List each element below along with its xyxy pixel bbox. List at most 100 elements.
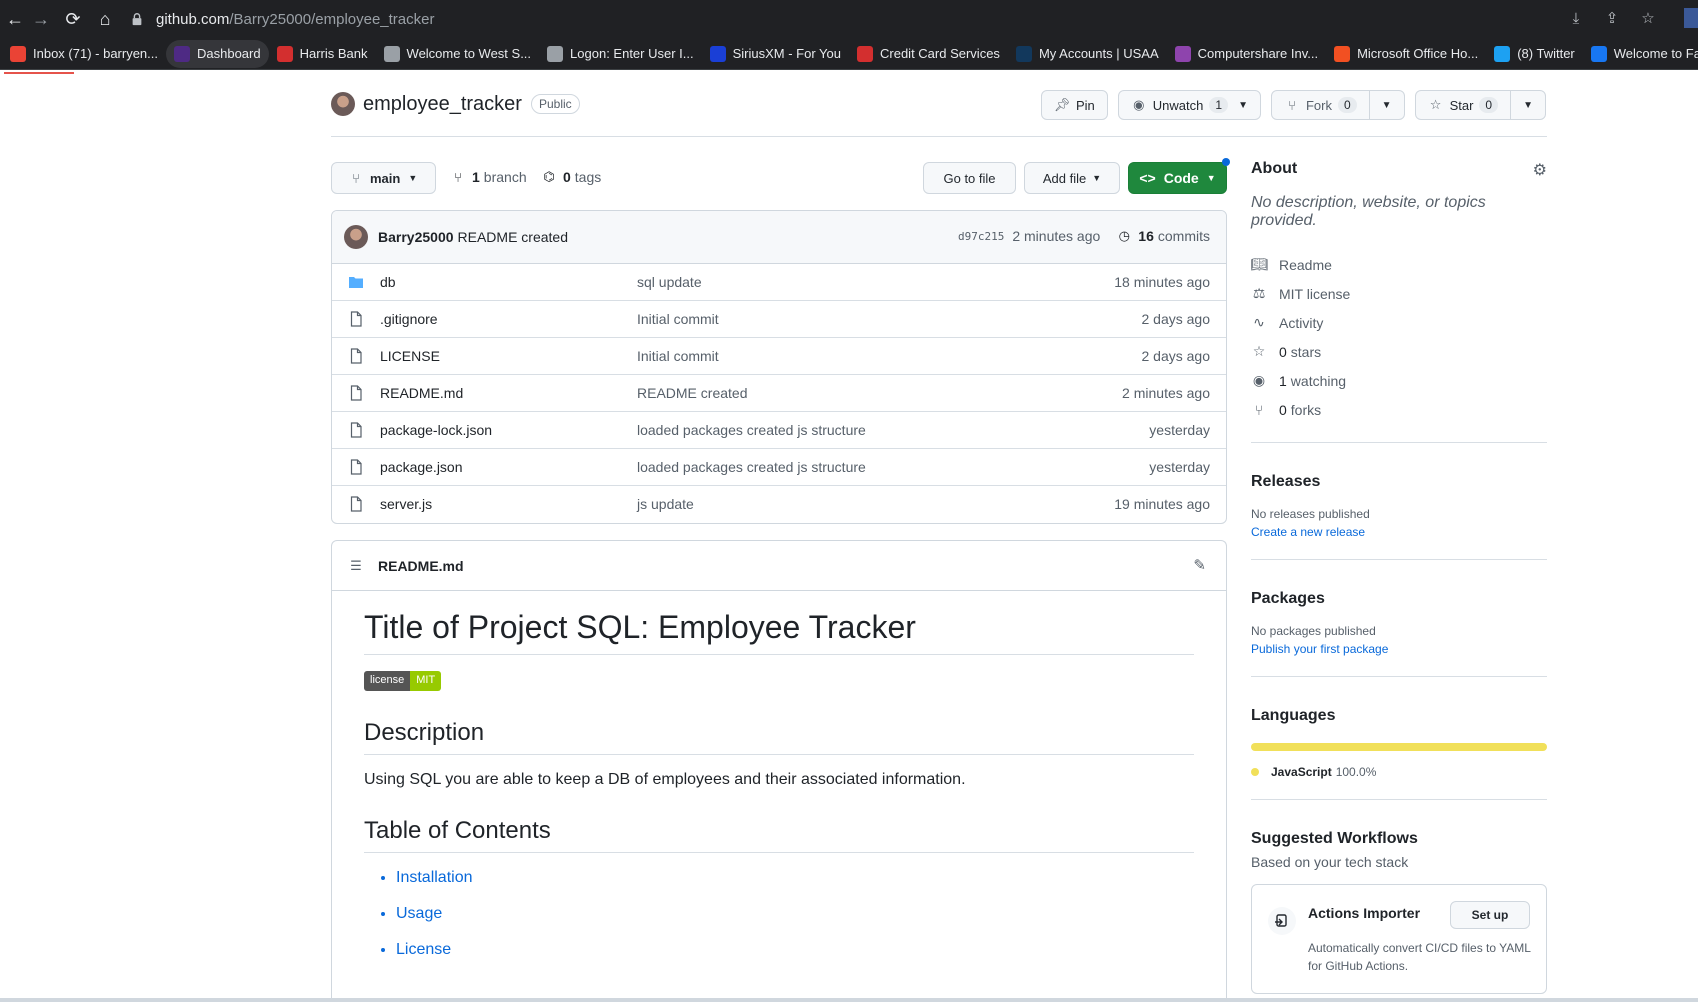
repo-name[interactable]: employee_tracker [363,93,522,116]
language-item[interactable]: JavaScript 100.0% [1251,765,1547,779]
bookmark-star-icon[interactable]: ☆ [1638,8,1658,28]
forward-icon[interactable]: → [26,4,56,34]
book-icon: 📖︎ [1250,256,1268,272]
window-bottom-edge [0,998,1698,1002]
publish-package-link[interactable]: Publish your first package [1251,642,1547,656]
commit-message[interactable]: README created [458,229,568,245]
about-link[interactable]: 📖︎ Readme [1250,250,1547,279]
toc-list: Installation Usage License [364,869,1194,959]
bookmark-item[interactable]: My Accounts | USAA [1008,40,1167,68]
pin-icon: 📌︎ [1053,97,1071,112]
home-icon[interactable]: ⌂ [90,4,120,34]
bookmark-item[interactable]: Dashboard [166,39,269,68]
file-commit-message[interactable]: sql update [637,274,702,290]
tags-link[interactable]: ⌬ 0 tags [541,169,601,185]
toc-link[interactable]: License [396,941,451,958]
about-link[interactable]: ⚖ MIT license [1251,279,1547,308]
about-link[interactable]: ☆ 0 stars [1251,337,1547,366]
file-row[interactable]: .gitignore Initial commit 2 days ago [332,301,1226,338]
notification-dot [1222,158,1230,166]
readme-filename[interactable]: README.md [378,558,464,574]
file-row[interactable]: server.js js update 19 minutes ago [332,486,1226,523]
star-dropdown[interactable]: ▼ [1511,91,1545,119]
bookmark-item[interactable]: Inbox (71) - barryen... [2,40,166,68]
license-badge[interactable]: license MIT [364,671,442,691]
commits-link[interactable]: ◷ 16 commits [1116,228,1210,244]
bank-icon [276,45,293,62]
file-row[interactable]: db sql update 18 minutes ago [332,264,1226,301]
about-link[interactable]: ∿ Activity [1251,308,1547,337]
create-release-link[interactable]: Create a new release [1251,525,1547,539]
file-name[interactable]: .gitignore [380,311,438,327]
toc-item[interactable]: Usage [396,905,1194,923]
file-icon [350,422,362,438]
packages-heading[interactable]: Packages [1251,590,1547,608]
branches-link[interactable]: ⑂ 1 branch [450,169,527,185]
bookmark-item[interactable]: (8) Twitter [1486,40,1583,68]
file-name[interactable]: LICENSE [380,348,440,364]
fork-dropdown[interactable]: ▼ [1370,91,1404,119]
bookmark-item[interactable]: Credit Card Services [849,40,1008,68]
list-icon[interactable]: ☰ [348,558,364,574]
file-row[interactable]: README.md README created 2 minutes ago [332,375,1226,412]
pencil-icon[interactable]: ✎ [1193,556,1206,574]
branch-select-button[interactable]: ⑂ main ▼ [331,162,436,194]
folder-icon [349,277,363,288]
file-icon [350,459,362,475]
gear-icon[interactable]: ⚙ [1533,160,1547,180]
file-age: 2 days ago [1141,311,1211,327]
bookmark-item[interactable]: Welcome to West S... [376,40,540,68]
file-commit-message[interactable]: README created [637,385,747,401]
watch-label: Unwatch [1152,97,1204,113]
share-icon[interactable]: ⇪ [1602,8,1622,28]
bookmark-item[interactable]: Harris Bank [269,40,376,68]
extension-icon[interactable] [1684,8,1698,28]
file-name[interactable]: server.js [380,496,432,512]
bookmark-item[interactable]: Welcome to Facebo... [1583,40,1698,68]
file-row[interactable]: LICENSE Initial commit 2 days ago [332,338,1226,375]
toc-item[interactable]: Installation [396,869,1194,887]
fork-button[interactable]: ⑂ Fork 0 ▼ [1270,90,1405,120]
code-button[interactable]: <> Code ▼ [1128,162,1227,194]
commit-author[interactable]: Barry25000 [378,229,454,245]
go-to-file-button[interactable]: Go to file [923,162,1016,194]
file-commit-message[interactable]: Initial commit [637,348,719,364]
chevron-down-icon: ▼ [408,173,418,183]
about-link[interactable]: ◉ 1 watching [1251,366,1547,395]
branch-icon: ⑂ [352,170,360,186]
setup-label: Set up [1471,908,1509,922]
file-name[interactable]: package-lock.json [380,422,492,438]
owner-avatar[interactable] [331,92,355,116]
file-commit-message[interactable]: Initial commit [637,311,719,327]
file-name[interactable]: README.md [380,385,463,401]
star-button[interactable]: ☆ Star 0 ▼ [1414,90,1546,120]
language-dot [1251,768,1259,776]
file-row[interactable]: package-lock.json loaded packages created… [332,412,1226,449]
toc-item[interactable]: License [396,941,1194,959]
bookmark-item[interactable]: Computershare Inv... [1167,40,1326,68]
setup-button[interactable]: Set up [1450,901,1530,929]
address-bar[interactable]: github.com/Barry25000/employee_tracker [130,4,1620,34]
file-row[interactable]: package.json loaded packages created js s… [332,449,1226,486]
about-link[interactable]: ⑂ 0 forks [1251,395,1547,424]
bookmark-item[interactable]: Microsoft Office Ho... [1326,40,1486,68]
toc-link[interactable]: Installation [396,869,473,886]
bookmark-item[interactable]: SiriusXM - For You [702,40,849,68]
file-commit-message[interactable]: loaded packages created js structure [637,422,866,438]
file-age: yesterday [1149,459,1210,475]
install-icon[interactable]: ⤓ [1566,8,1586,28]
file-name[interactable]: package.json [380,459,463,475]
file-commit-message[interactable]: loaded packages created js structure [637,459,866,475]
lock-icon [132,13,142,26]
pin-button[interactable]: 📌︎ Pin [1041,90,1108,120]
reload-icon[interactable]: ⟳ [58,4,88,34]
add-file-button[interactable]: Add file ▼ [1024,162,1120,194]
file-name[interactable]: db [380,274,396,290]
file-commit-message[interactable]: js update [637,496,694,512]
watch-button[interactable]: ◉ Unwatch 1 ▼ [1117,90,1261,120]
bookmark-item[interactable]: Logon: Enter User I... [539,40,702,68]
releases-heading[interactable]: Releases [1251,473,1547,491]
commit-author-avatar[interactable] [344,225,368,249]
commit-sha[interactable]: d97c215 [958,230,1004,243]
toc-link[interactable]: Usage [396,905,442,922]
